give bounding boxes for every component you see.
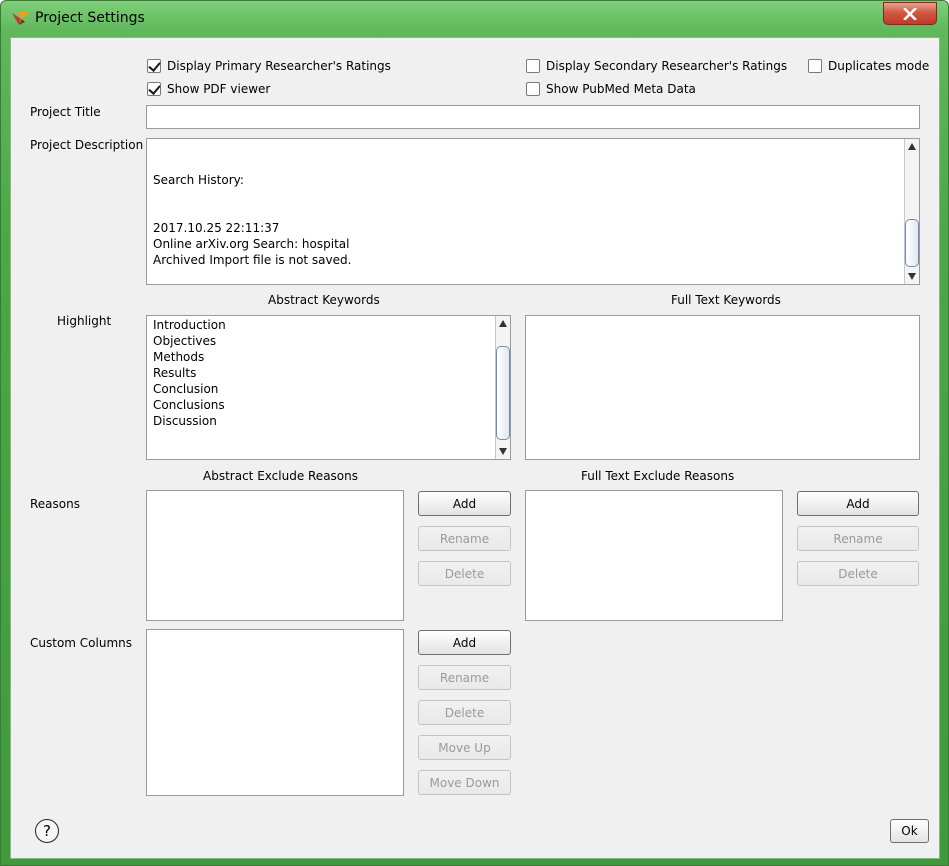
- scroll-thumb[interactable]: [905, 219, 919, 267]
- description-line: Online arXiv.org Search: hospital: [153, 237, 350, 251]
- full-text-keywords-list[interactable]: [525, 315, 920, 460]
- abstract-keywords-list[interactable]: Introduction Objectives Methods Results …: [146, 315, 511, 460]
- title-bar[interactable]: Project Settings: [1, 1, 948, 37]
- app-logo-icon: [12, 11, 30, 25]
- full-text-reasons-rename-button[interactable]: Rename: [797, 526, 919, 551]
- project-title-label: Project Title: [30, 105, 101, 119]
- checkbox-label: Display Secondary Researcher's Ratings: [546, 59, 788, 73]
- custom-columns-rename-button[interactable]: Rename: [418, 665, 511, 690]
- help-button[interactable]: ?: [35, 819, 59, 843]
- checkbox-box[interactable]: [808, 59, 822, 73]
- close-icon: [903, 7, 917, 20]
- project-description-label: Project Description: [30, 138, 144, 152]
- scroll-up-arrow-icon[interactable]: [908, 143, 916, 150]
- custom-columns-move-up-button[interactable]: Move Up: [418, 735, 511, 760]
- close-button[interactable]: [883, 2, 937, 25]
- full-text-exclude-reasons-header: Full Text Exclude Reasons: [581, 469, 735, 483]
- checkbox-box[interactable]: [526, 82, 540, 96]
- show-pdf-viewer-checkbox[interactable]: Show PDF viewer: [147, 82, 270, 96]
- checkbox-label: Display Primary Researcher's Ratings: [167, 59, 391, 73]
- list-item[interactable]: Discussion: [153, 414, 217, 428]
- custom-columns-list[interactable]: [146, 629, 404, 796]
- abstract-keywords-header: Abstract Keywords: [268, 293, 380, 307]
- list-item[interactable]: Objectives: [153, 334, 216, 348]
- list-item[interactable]: Methods: [153, 350, 204, 364]
- secondary-ratings-checkbox[interactable]: Display Secondary Researcher's Ratings: [526, 59, 787, 73]
- dialog-content: Display Primary Researcher's Ratings Sho…: [10, 37, 940, 859]
- full-text-reasons-add-button[interactable]: Add: [797, 491, 919, 516]
- checkbox-label: Show PubMed Meta Data: [546, 82, 696, 96]
- show-pubmed-meta-checkbox[interactable]: Show PubMed Meta Data: [526, 82, 696, 96]
- list-item[interactable]: Results: [153, 366, 196, 380]
- checkbox-label: Show PDF viewer: [167, 82, 271, 96]
- full-text-reasons-delete-button[interactable]: Delete: [797, 561, 919, 586]
- scroll-up-arrow-icon[interactable]: [499, 320, 507, 327]
- checkbox-box[interactable]: [147, 59, 161, 73]
- window-title: Project Settings: [35, 10, 145, 26]
- abstract-reasons-delete-button[interactable]: Delete: [418, 561, 511, 586]
- custom-columns-add-button[interactable]: Add: [418, 630, 511, 655]
- highlight-label: Highlight: [57, 314, 112, 328]
- scroll-down-arrow-icon[interactable]: [499, 448, 507, 455]
- abstract-reasons-add-button[interactable]: Add: [418, 491, 511, 516]
- list-item[interactable]: Introduction: [153, 318, 226, 332]
- dialog-window: Project Settings Display Primary Researc…: [0, 0, 949, 866]
- description-line: Search History:: [153, 173, 244, 187]
- custom-columns-label: Custom Columns: [30, 636, 132, 650]
- abstract-exclude-reasons-header: Abstract Exclude Reasons: [203, 469, 358, 483]
- abstract-reasons-rename-button[interactable]: Rename: [418, 526, 511, 551]
- help-icon: ?: [43, 822, 51, 840]
- description-line: Archived Import file is not saved.: [153, 253, 352, 267]
- ok-button[interactable]: Ok: [890, 819, 929, 843]
- description-scrollbar[interactable]: [904, 139, 919, 284]
- custom-columns-delete-button[interactable]: Delete: [418, 700, 511, 725]
- full-text-exclude-reasons-list[interactable]: [525, 490, 783, 621]
- full-text-keywords-header: Full Text Keywords: [671, 293, 781, 307]
- duplicates-mode-checkbox[interactable]: Duplicates mode: [808, 59, 929, 73]
- abstract-keywords-scrollbar[interactable]: [495, 316, 510, 459]
- list-item[interactable]: Conclusions: [153, 398, 225, 412]
- project-title-input[interactable]: [146, 105, 920, 129]
- reasons-label: Reasons: [30, 497, 80, 511]
- scroll-thumb[interactable]: [496, 346, 510, 440]
- description-line: 2017.10.25 22:11:37: [153, 221, 280, 235]
- list-item[interactable]: Conclusion: [153, 382, 218, 396]
- checkbox-label: Duplicates mode: [828, 59, 930, 73]
- scroll-down-arrow-icon[interactable]: [908, 273, 916, 280]
- checkbox-box[interactable]: [147, 82, 161, 96]
- custom-columns-move-down-button[interactable]: Move Down: [418, 770, 511, 795]
- abstract-exclude-reasons-list[interactable]: [146, 490, 404, 621]
- primary-ratings-checkbox[interactable]: Display Primary Researcher's Ratings: [147, 59, 391, 73]
- project-description-textarea[interactable]: Search History: 2017.10.25 22:11:37 Onli…: [146, 138, 920, 285]
- checkbox-box[interactable]: [526, 59, 540, 73]
